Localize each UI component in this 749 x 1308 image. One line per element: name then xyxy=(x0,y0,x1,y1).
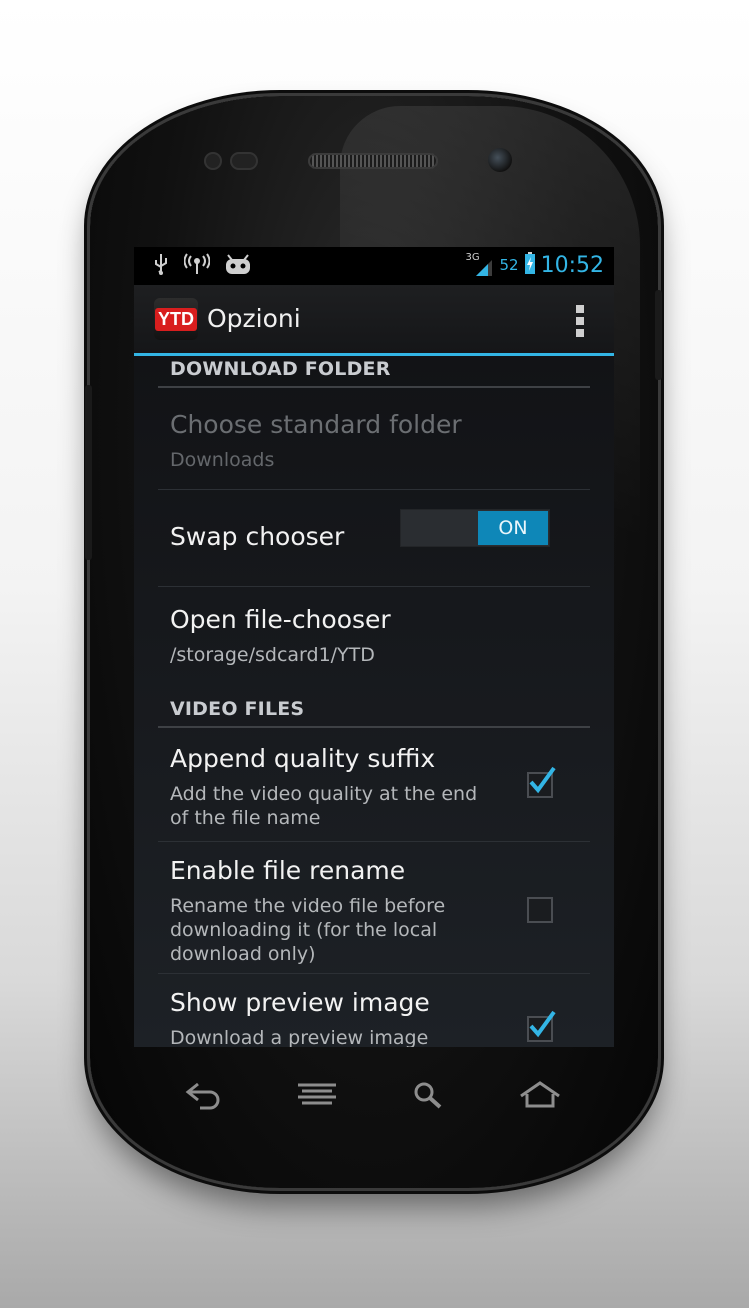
category-download-folder: DOWNLOAD FOLDER xyxy=(158,356,590,388)
proximity-sensor xyxy=(204,152,222,170)
pref-choose-standard-folder: Choose standard folder Downloads xyxy=(158,390,590,490)
earpiece-speaker xyxy=(308,153,438,169)
pref-summary: Add the video quality at the end of the … xyxy=(170,783,478,829)
volume-button xyxy=(85,385,92,560)
check-icon xyxy=(529,766,556,794)
show-preview-checkbox[interactable] xyxy=(527,1010,556,1042)
pref-title: Swap chooser xyxy=(170,522,345,551)
front-camera xyxy=(488,148,512,172)
category-header: DOWNLOAD FOLDER xyxy=(170,358,391,380)
swap-chooser-toggle[interactable]: ON xyxy=(400,509,550,547)
pref-open-file-chooser[interactable]: Open file-chooser /storage/sdcard1/YTD xyxy=(158,587,590,688)
android-debug-icon xyxy=(224,253,252,279)
enable-rename-checkbox[interactable] xyxy=(527,897,553,923)
pref-title: Enable file rename xyxy=(170,856,406,885)
pref-swap-chooser[interactable]: Swap chooser ON xyxy=(158,490,590,587)
category-video-files: VIDEO FILES xyxy=(158,696,590,728)
signal-icon: 3G xyxy=(466,252,494,278)
usb-icon xyxy=(152,253,170,279)
overflow-menu-icon[interactable] xyxy=(576,305,584,337)
preferences-list: DOWNLOAD FOLDER Choose standard folder D… xyxy=(134,356,614,1047)
screen: 3G 52 10:52 YTD Opzioni DOWNLOAD FOLDER … xyxy=(134,247,614,1047)
app-icon-text: YTD xyxy=(155,307,197,331)
check-icon xyxy=(529,1010,556,1038)
battery-percent: 52 xyxy=(499,256,519,274)
light-sensor xyxy=(230,152,258,170)
append-quality-checkbox[interactable] xyxy=(527,766,556,798)
pref-title: Choose standard folder xyxy=(170,410,462,439)
action-bar: YTD Opzioni xyxy=(134,285,614,356)
pref-title: Show preview image xyxy=(170,988,430,1017)
pref-show-preview-image[interactable]: Show preview image Download a preview im… xyxy=(158,974,590,1047)
page-title: Opzioni xyxy=(207,304,301,333)
pref-summary: Download a preview image xyxy=(170,1027,429,1047)
wireless-icon xyxy=(183,253,211,279)
pref-append-quality-suffix[interactable]: Append quality suffix Add the video qual… xyxy=(158,730,590,842)
search-icon[interactable] xyxy=(412,1080,446,1114)
app-icon[interactable]: YTD xyxy=(154,298,198,340)
navigation-bar xyxy=(134,1050,614,1160)
pref-title: Open file-chooser xyxy=(170,605,391,634)
pref-summary: /storage/sdcard1/YTD xyxy=(170,644,375,666)
pref-summary: Rename the video file before downloading… xyxy=(170,895,446,965)
category-header: VIDEO FILES xyxy=(170,698,305,720)
power-button xyxy=(655,290,662,380)
toggle-on-label: ON xyxy=(478,511,548,545)
status-bar: 3G 52 10:52 xyxy=(134,247,614,285)
menu-icon[interactable] xyxy=(296,1080,338,1114)
back-icon[interactable] xyxy=(184,1080,224,1114)
home-icon[interactable] xyxy=(518,1080,562,1114)
pref-summary: Downloads xyxy=(170,449,275,471)
clock: 10:52 xyxy=(540,252,604,278)
pref-title: Append quality suffix xyxy=(170,744,436,773)
battery-icon xyxy=(524,252,535,278)
pref-enable-file-rename[interactable]: Enable file rename Rename the video file… xyxy=(158,842,590,974)
